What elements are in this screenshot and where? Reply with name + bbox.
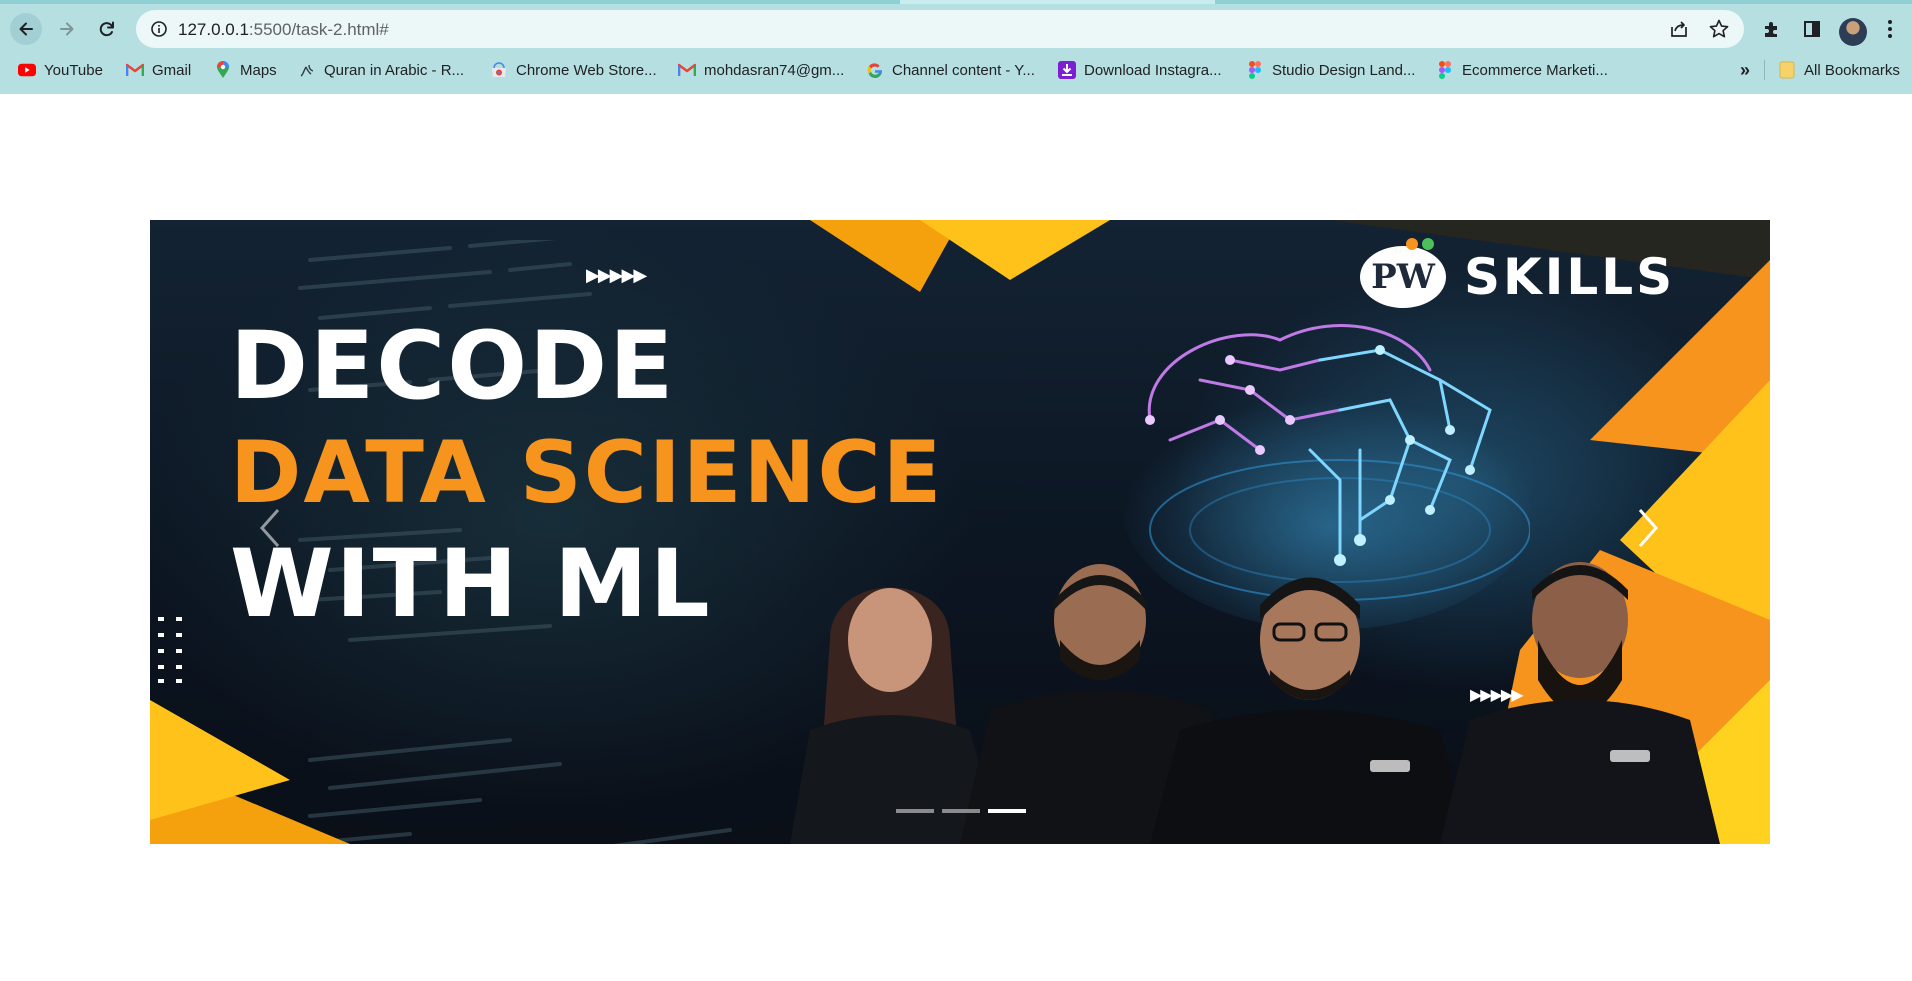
reload-button[interactable]	[91, 13, 123, 45]
forward-button[interactable]	[51, 13, 83, 45]
bookmark-star-icon[interactable]	[1708, 18, 1730, 40]
chevron-left-icon	[259, 509, 280, 547]
decor-arrows-top: ▶▶▶▶▶	[586, 265, 647, 285]
google-icon	[866, 61, 884, 79]
bookmark-studio-design[interactable]: Studio Design Land...	[1246, 52, 1415, 88]
bookmark-label: Quran in Arabic - R...	[324, 61, 465, 79]
logo-dot-green	[1422, 238, 1434, 250]
carousel-indicators	[896, 809, 1026, 813]
decor-dot-grid	[158, 617, 182, 683]
presenters-group-image	[790, 562, 1720, 844]
bookmarks-divider	[1764, 60, 1765, 80]
chevron-right-icon	[1638, 509, 1659, 547]
extensions-button[interactable]	[1760, 17, 1784, 41]
bookmark-maps[interactable]: Maps	[214, 52, 277, 88]
bookmark-label: Channel content - Y...	[892, 61, 1035, 79]
carousel-prev-button[interactable]	[246, 488, 294, 568]
youtube-icon	[18, 61, 36, 79]
all-bookmarks-button[interactable]: All Bookmarks	[1778, 52, 1900, 88]
side-panel-icon	[1804, 21, 1820, 37]
browser-toolbar: 127.0.0.1:5500/task-2.html#	[0, 4, 1912, 50]
carousel-indicator-1[interactable]	[896, 809, 934, 813]
pw-skills-brand: PW SKILLS	[1360, 238, 1676, 308]
figma-icon	[1436, 61, 1454, 79]
carousel-indicator-2[interactable]	[942, 809, 980, 813]
bookmark-gmail[interactable]: Gmail	[126, 52, 191, 88]
url-text[interactable]: 127.0.0.1:5500/task-2.html#	[178, 20, 389, 40]
folder-icon	[1778, 61, 1796, 79]
pw-logo-text: PW	[1371, 257, 1435, 297]
hero-carousel: ▶▶▶▶▶ ▶▶▶▶▶ DECODE DATA SCIENCE WITH ML …	[150, 220, 1770, 844]
chrome-web-store-icon	[490, 61, 508, 79]
logo-dot-orange	[1406, 238, 1418, 250]
bookmarks-overflow-button[interactable]: »	[1740, 52, 1750, 88]
kebab-menu-icon	[1888, 20, 1892, 38]
bookmark-gmail-account[interactable]: mohdasran74@gm...	[678, 52, 844, 88]
bookmark-youtube[interactable]: YouTube	[18, 52, 103, 88]
download-icon	[1058, 61, 1076, 79]
maps-icon	[214, 61, 232, 79]
gmail-icon	[678, 61, 696, 79]
arrow-left-icon	[19, 22, 33, 36]
bookmark-label: Studio Design Land...	[1272, 61, 1416, 79]
bookmark-download-instagram[interactable]: Download Instagra...	[1058, 52, 1222, 88]
bookmark-label: mohdasran74@gm...	[704, 61, 845, 79]
presenter-4	[1440, 562, 1720, 844]
gmail-icon	[126, 61, 144, 79]
bookmark-label: Ecommerce Marketi...	[1462, 61, 1608, 79]
puzzle-icon	[1765, 22, 1777, 37]
all-bookmarks-label: All Bookmarks	[1804, 61, 1900, 79]
url-path: :5500/task-2.html#	[248, 20, 389, 39]
back-button[interactable]	[10, 13, 42, 45]
figma-icon	[1246, 61, 1264, 79]
carousel-indicator-3[interactable]	[988, 809, 1026, 813]
menu-button[interactable]	[1878, 17, 1902, 41]
share-icon[interactable]	[1668, 18, 1690, 40]
chevron-double-right-icon: »	[1740, 59, 1751, 80]
browser-chrome: 127.0.0.1:5500/task-2.html# YouTube Gmai…	[0, 0, 1912, 94]
bookmarks-bar: YouTube Gmail Maps Quran in Arabic - R..…	[0, 52, 1912, 88]
bookmark-chrome-web-store[interactable]: Chrome Web Store...	[490, 52, 657, 88]
bookmark-label: Chrome Web Store...	[516, 61, 657, 79]
profile-avatar[interactable]	[1839, 18, 1867, 46]
brand-name: SKILLS	[1464, 248, 1676, 306]
bookmark-channel-content[interactable]: Channel content - Y...	[866, 52, 1035, 88]
site-info-icon[interactable]	[150, 20, 168, 38]
reload-icon	[99, 21, 114, 37]
url-host: 127.0.0.1	[178, 20, 249, 39]
bookmark-label: YouTube	[44, 61, 103, 79]
quran-icon	[298, 61, 316, 79]
bookmark-ecommerce[interactable]: Ecommerce Marketi...	[1436, 52, 1608, 88]
bookmark-label: Gmail	[152, 61, 192, 79]
carousel-next-button[interactable]	[1624, 488, 1672, 568]
side-panel-button[interactable]	[1800, 17, 1824, 41]
banner-headline-line2: DATA SCIENCE	[230, 423, 944, 523]
bookmark-label: Download Instagra...	[1084, 61, 1222, 79]
pw-logo: PW	[1360, 238, 1446, 308]
presenter-1	[790, 587, 1000, 844]
bookmark-quran[interactable]: Quran in Arabic - R...	[298, 52, 464, 88]
address-bar[interactable]: 127.0.0.1:5500/task-2.html#	[136, 10, 1744, 48]
arrow-right-icon	[60, 22, 74, 36]
banner-headline-line3: WITH ML	[230, 530, 712, 639]
bookmark-label: Maps	[240, 61, 277, 79]
banner-headline-line1: DECODE	[230, 312, 676, 421]
